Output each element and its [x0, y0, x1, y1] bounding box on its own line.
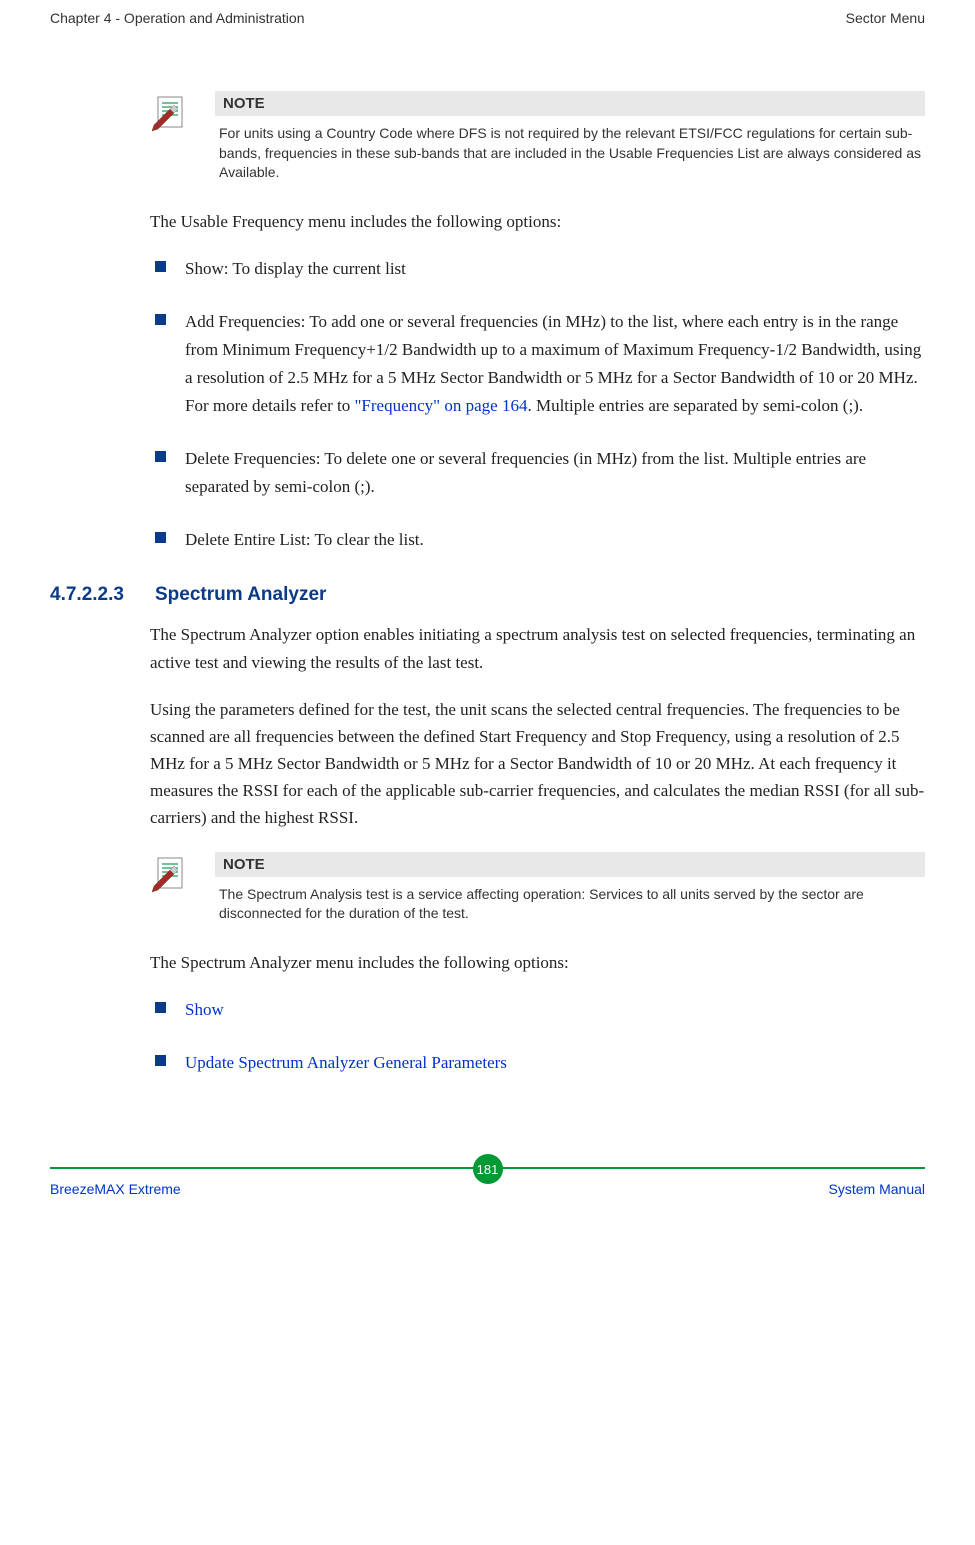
section-number: 4.7.2.2.3: [50, 584, 155, 606]
note-label: NOTE: [215, 91, 925, 116]
note-text: For units using a Country Code where DFS…: [215, 124, 925, 183]
bullet-list: Show Update Spectrum Analyzer General Pa…: [155, 996, 925, 1077]
list-item: Show: To display the current list: [155, 255, 925, 283]
note-text: The Spectrum Analysis test is a service …: [215, 885, 925, 924]
section-title: Spectrum Analyzer: [155, 584, 326, 606]
list-item: Delete Frequencies: To delete one or sev…: [155, 445, 925, 501]
cross-reference-link[interactable]: "Frequency" on page 164: [354, 396, 527, 415]
page-number: 181: [473, 1154, 503, 1184]
note-label: NOTE: [215, 852, 925, 877]
list-item-link[interactable]: Update Spectrum Analyzer General Paramet…: [155, 1049, 925, 1077]
note-icon: [150, 854, 200, 894]
page-footer: BreezeMAX Extreme 181 System Manual: [50, 1167, 925, 1209]
page-header: Chapter 4 - Operation and Administration…: [50, 0, 925, 31]
list-item-link[interactable]: Show: [155, 996, 925, 1024]
header-chapter: Chapter 4 - Operation and Administration: [50, 10, 304, 26]
paragraph: The Spectrum Analyzer menu includes the …: [150, 949, 925, 976]
section-heading: 4.7.2.2.3 Spectrum Analyzer: [50, 584, 925, 606]
list-item: Delete Entire List: To clear the list.: [155, 526, 925, 554]
paragraph: Using the parameters defined for the tes…: [150, 696, 925, 832]
list-item: Add Frequencies: To add one or several f…: [155, 308, 925, 420]
note-block: NOTE For units using a Country Code wher…: [150, 91, 925, 183]
paragraph: The Usable Frequency menu includes the f…: [150, 208, 925, 235]
note-block: NOTE The Spectrum Analysis test is a ser…: [150, 852, 925, 924]
note-icon: [150, 93, 200, 133]
header-section: Sector Menu: [846, 10, 925, 26]
paragraph: The Spectrum Analyzer option enables ini…: [150, 621, 925, 675]
footer-manual[interactable]: System Manual: [829, 1181, 925, 1197]
bullet-list: Show: To display the current list Add Fr…: [155, 255, 925, 554]
footer-product[interactable]: BreezeMAX Extreme: [50, 1181, 181, 1197]
list-item-text: . Multiple entries are separated by semi…: [527, 396, 863, 415]
